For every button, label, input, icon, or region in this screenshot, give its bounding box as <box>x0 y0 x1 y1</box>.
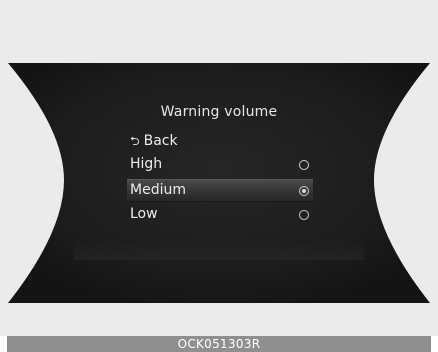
menu-title: Warning volume <box>160 104 278 120</box>
back-arrow-icon: ⮌ <box>130 134 140 148</box>
option-medium[interactable]: Medium <box>127 179 313 202</box>
radio-selected-icon[interactable] <box>299 186 309 196</box>
option-low[interactable]: Low <box>127 204 313 226</box>
option-label: Medium <box>130 182 186 198</box>
back-label-wrapper: ⮌ Back <box>130 132 178 153</box>
option-high[interactable]: High <box>127 154 313 176</box>
option-label: Low <box>130 206 158 222</box>
radio-unselected-icon[interactable] <box>299 160 309 170</box>
caption-bar: OCK051303R <box>7 336 431 352</box>
option-label: High <box>130 156 163 172</box>
radio-unselected-icon[interactable] <box>299 210 309 220</box>
back-label: Back <box>143 133 178 149</box>
back-menu-item[interactable]: ⮌ Back <box>127 130 313 152</box>
menu-screen: Warning volume ⮌ Back High Medium Low <box>0 0 438 336</box>
figure-code: OCK051303R <box>177 337 261 351</box>
